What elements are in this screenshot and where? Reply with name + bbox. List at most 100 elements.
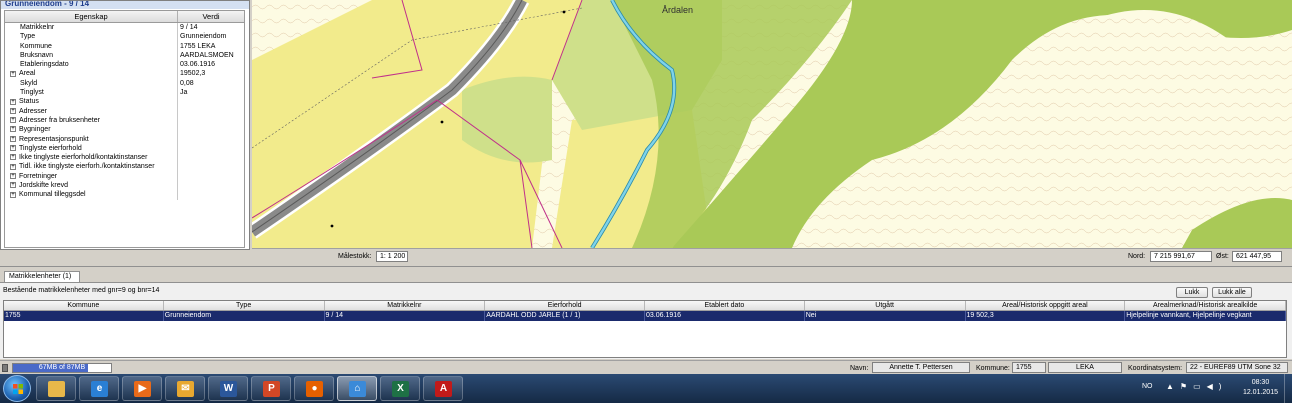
column-header-eierforhold[interactable]: Eierforhold — [485, 301, 645, 310]
close-all-button[interactable]: Lukk alle — [1212, 287, 1252, 298]
property-value: Grunneiendom — [180, 33, 227, 41]
property-key-text: Bruksnavn — [20, 51, 54, 59]
east-label: Øst: — [1216, 253, 1229, 260]
property-row[interactable]: + Jordskifte krevd — [5, 181, 244, 191]
column-header-matrikkelnr[interactable]: Matrikkelnr — [325, 301, 486, 310]
show-desktop-button[interactable] — [1284, 374, 1292, 403]
expand-icon[interactable]: + — [10, 107, 16, 114]
expand-icon[interactable]: + — [10, 117, 16, 124]
trash-icon[interactable] — [2, 364, 8, 372]
tray-icons: ▲⚑▭◀) — [1166, 382, 1227, 391]
property-row[interactable]: + Representasjonspunkt — [5, 134, 244, 144]
expand-icon[interactable]: + — [10, 172, 16, 179]
tab-matrikkelenheter[interactable]: Matrikkelenheter (1) — [4, 271, 81, 282]
powerpoint-icon: P — [263, 381, 280, 397]
expand-icon[interactable]: + — [10, 135, 16, 142]
map-canvas[interactable]: Årdalen — [252, 0, 1292, 248]
crs-label: Koordinatsystem: — [1128, 365, 1183, 372]
property-value: AARDALSMOEN — [180, 51, 234, 59]
column-header-type[interactable]: Type — [164, 301, 325, 310]
language-indicator[interactable]: NO — [1142, 383, 1153, 390]
property-row[interactable]: + Forretninger — [5, 171, 244, 182]
east-coordinate-field[interactable]: 621 447,95 — [1232, 251, 1282, 262]
taskbar-excel[interactable]: X — [380, 376, 420, 401]
north-coordinate-field[interactable]: 7 215 991,67 — [1150, 251, 1212, 262]
expand-icon[interactable]: + — [10, 145, 16, 152]
property-row[interactable]: + Areal 19502,3 — [5, 69, 244, 79]
map-view[interactable]: Årdalen — [252, 0, 1292, 248]
tray-icon[interactable]: ⚑ — [1180, 382, 1193, 391]
map-point-2 — [330, 224, 334, 228]
property-row[interactable]: + Tidl. ikke tinglyste eierforh./kontakti… — [5, 162, 244, 172]
close-button[interactable]: Lukk — [1176, 287, 1208, 298]
column-header-etablert-dato[interactable]: Etablert dato — [645, 301, 805, 310]
taskbar-firefox[interactable]: ● — [294, 376, 334, 401]
windows-logo-icon — [13, 384, 23, 394]
property-row[interactable]: Type Grunneiendom — [5, 32, 244, 42]
property-key-text: Status — [19, 98, 39, 106]
property-row[interactable]: Kommune 1755 LEKA — [5, 41, 244, 51]
house-icon: ⌂ — [349, 381, 366, 397]
taskbar-word[interactable]: W — [208, 376, 248, 401]
column-header-kommune[interactable]: Kommune — [4, 301, 164, 310]
tray-icon[interactable]: ◀) — [1207, 382, 1228, 391]
expand-icon[interactable]: + — [10, 191, 16, 198]
folder-icon — [48, 381, 65, 397]
tray-icon[interactable]: ▭ — [1193, 382, 1207, 391]
column-header-arealmerknad[interactable]: Arealmerknad/Historisk arealkilde — [1125, 301, 1286, 310]
expand-icon[interactable]: + — [10, 98, 16, 105]
taskbar-internet-explorer[interactable]: e — [79, 376, 119, 401]
expand-icon[interactable]: + — [10, 70, 16, 77]
kommune-label: Kommune: — [976, 365, 1010, 372]
property-row[interactable]: Skyld 0,08 — [5, 78, 244, 89]
property-key-text: Areal — [19, 70, 36, 78]
taskbar-gis-app[interactable]: ⌂ — [337, 376, 377, 401]
expand-icon[interactable]: + — [10, 163, 16, 170]
map-point-1 — [440, 120, 444, 124]
tray-icon[interactable]: ▲ — [1166, 382, 1180, 391]
taskbar-powerpoint[interactable]: P — [251, 376, 291, 401]
taskbar-media-player[interactable]: ▶ — [122, 376, 162, 401]
pdf-icon: A — [435, 381, 452, 397]
column-header-utgatt[interactable]: Utgått — [805, 301, 966, 310]
property-row[interactable]: + Status — [5, 97, 244, 107]
property-row[interactable]: + Kommunal tilleggsdel — [5, 190, 244, 200]
property-value: 9 / 14 — [180, 24, 198, 31]
table-row[interactable]: 1755 Grunneiendom 9 / 14 AARDAHL ODD JAR… — [4, 311, 1286, 321]
property-key-text: Tidl. ikke tinglyste eierforh./kontaktin… — [19, 163, 155, 171]
taskbar-acrobat[interactable]: A — [423, 376, 463, 401]
property-row[interactable]: + Tinglyste eierforhold — [5, 143, 244, 154]
column-header-areal[interactable]: Areal/Historisk oppgitt areal — [966, 301, 1126, 310]
property-row[interactable]: Tinglyst Ja — [5, 88, 244, 98]
property-key-text: Matrikkelnr — [20, 24, 55, 31]
property-row[interactable]: + Ikke tinglyste eierforhold/kontaktinsta… — [5, 153, 244, 163]
property-rows: Matrikkelnr 9 / 14 Type Grunneiendom Kommune… — [5, 23, 244, 200]
start-button[interactable] — [3, 375, 31, 402]
memory-meter: 67MB of 87MB — [12, 363, 112, 373]
scale-field[interactable]: 1: 1 200 — [376, 251, 408, 262]
clock[interactable]: 08:30 12.01.2015 — [1243, 378, 1278, 398]
property-row[interactable]: + Adresser fra bruksenheter — [5, 115, 244, 126]
property-value: Ja — [180, 89, 188, 97]
property-column-header[interactable]: Egenskap — [5, 11, 178, 22]
windows-taskbar: e ▶ ✉ W P ● ⌂ X A NO ▲⚑▭◀) 08:30 12.01.2015 — [0, 374, 1292, 403]
expand-icon[interactable]: + — [10, 182, 16, 189]
taskbar-explorer[interactable] — [36, 376, 76, 401]
value-column-header[interactable]: Verdi — [178, 11, 244, 22]
property-key: + Forretninger — [5, 171, 178, 182]
expand-icon[interactable]: + — [10, 154, 16, 161]
property-key: + Areal — [5, 69, 178, 79]
property-row[interactable]: + Bygninger — [5, 125, 244, 135]
property-row[interactable]: Etableringsdato 03.06.1916 — [5, 60, 244, 70]
taskbar-outlook[interactable]: ✉ — [165, 376, 205, 401]
property-key: Skyld — [5, 78, 178, 89]
expand-icon[interactable]: + — [10, 126, 16, 133]
property-value — [178, 135, 244, 144]
property-key-text: Kommune — [20, 42, 52, 50]
property-key-text: Adresser — [19, 107, 48, 115]
property-row[interactable]: + Adresser — [5, 106, 244, 116]
property-row[interactable]: Matrikkelnr 9 / 14 — [5, 23, 244, 33]
property-row[interactable]: Bruksnavn AARDALSMOEN — [5, 50, 244, 61]
property-panel-title: Grunneiendom - 9 / 14 — [1, 1, 249, 9]
results-table-header: Kommune Type Matrikkelnr Eierforhold Eta… — [4, 301, 1286, 311]
